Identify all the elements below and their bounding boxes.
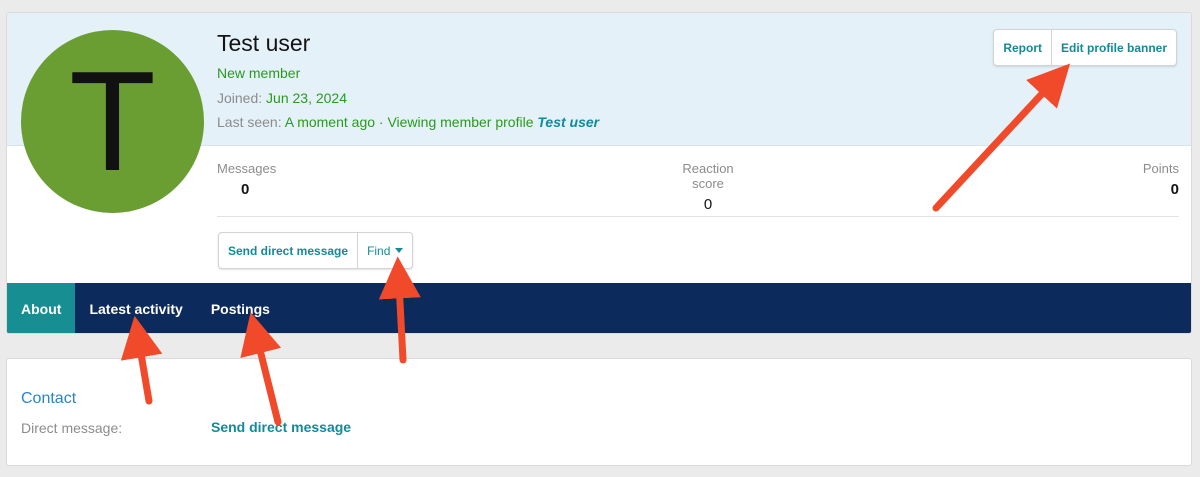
member-actions: Send direct message Find <box>218 232 414 269</box>
tab-about[interactable]: About <box>7 283 76 333</box>
user-title: New member <box>217 65 301 81</box>
joined-date: Jun 23, 2024 <box>266 90 348 106</box>
stat-messages-value: 0 <box>241 181 250 198</box>
profile-tabs: About Latest activity Postings <box>7 283 1191 333</box>
tab-postings[interactable]: Postings <box>197 283 284 333</box>
last-seen-label: Last seen: <box>217 114 282 130</box>
profile-actions: Report Edit profile banner <box>993 29 1177 66</box>
last-seen-target-link[interactable]: Test user <box>537 114 599 130</box>
tab-latest-activity[interactable]: Latest activity <box>75 283 196 333</box>
stat-points-label: Points <box>1142 161 1179 176</box>
stat-reaction-label: Reaction score <box>682 161 734 191</box>
profile-stats: Messages 0 Reaction score 0 Points 0 <box>217 161 1179 217</box>
caret-down-icon <box>395 248 404 253</box>
edit-profile-banner-button[interactable]: Edit profile banner <box>1050 30 1176 65</box>
stat-messages-label: Messages <box>217 161 277 176</box>
profile-card: T Test user New member Joined: Jun 23, 2… <box>6 12 1192 334</box>
stat-reaction-score: Reaction score 0 <box>665 161 751 213</box>
avatar-letter: T <box>69 41 156 201</box>
last-seen-info: Last seen: A moment ago · Viewing member… <box>217 114 599 130</box>
send-direct-message-link[interactable]: Send direct message <box>211 419 351 435</box>
joined-label: Joined: <box>217 90 263 106</box>
send-direct-message-button[interactable]: Send direct message <box>219 233 357 268</box>
last-seen-value: A moment ago · Viewing member profile <box>284 114 534 130</box>
find-label: Find <box>367 243 391 258</box>
report-button[interactable]: Report <box>994 30 1051 65</box>
stat-points-value: 0 <box>1170 181 1179 198</box>
contact-heading: Contact <box>21 390 77 407</box>
contact-card: Contact Direct message: Send direct mess… <box>6 358 1192 466</box>
avatar[interactable]: T <box>21 30 204 213</box>
find-dropdown-button[interactable]: Find <box>357 233 412 268</box>
direct-message-label: Direct message: <box>21 420 123 436</box>
stat-points[interactable]: Points 0 <box>1143 161 1179 198</box>
stat-messages[interactable]: Messages 0 <box>217 161 276 198</box>
joined-info: Joined: Jun 23, 2024 <box>217 90 347 106</box>
stat-reaction-value: 0 <box>703 196 713 213</box>
username[interactable]: Test user <box>217 30 310 57</box>
